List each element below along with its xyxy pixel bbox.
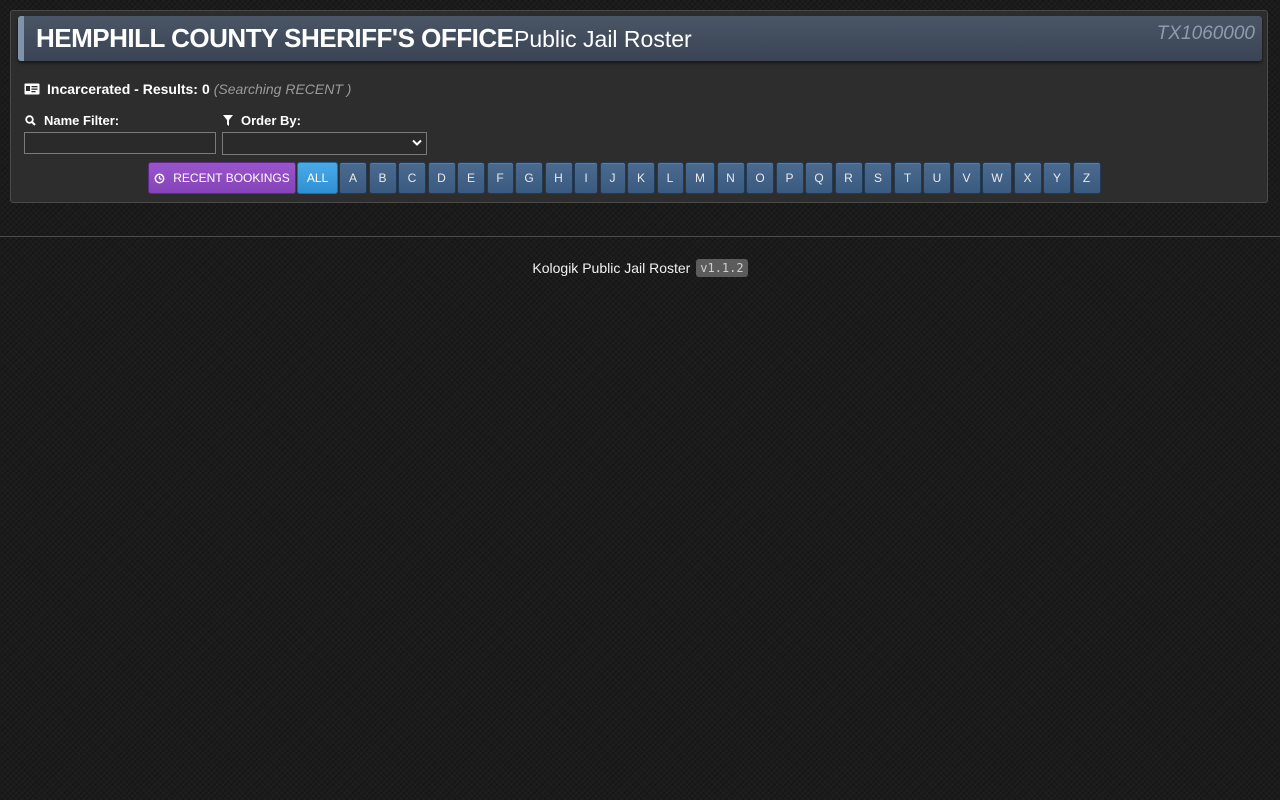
name-filter-text: Name Filter: (44, 113, 120, 128)
recent-bookings-button[interactable]: RECENT BOOKINGS (148, 162, 296, 194)
searching-note: (Searching RECENT ) (213, 81, 352, 97)
order-by-text: Order By: (241, 113, 301, 128)
name-filter-input[interactable] (24, 132, 216, 154)
all-letters-button[interactable]: ALL (297, 162, 338, 194)
letter-button-f[interactable]: F (486, 162, 514, 194)
letter-button-q[interactable]: Q (805, 162, 833, 194)
filter-icon (223, 115, 233, 126)
letter-button-g[interactable]: G (515, 162, 543, 194)
order-by-label: Order By: (223, 113, 301, 128)
letter-button-w[interactable]: W (982, 162, 1012, 194)
id-card-icon (24, 83, 40, 95)
letter-button-o[interactable]: O (746, 162, 774, 194)
clock-icon (154, 173, 165, 183)
letter-button-u[interactable]: U (923, 162, 951, 194)
results-label: Incarcerated - Results: (47, 81, 198, 97)
version-badge: v1.1.2 (696, 259, 748, 277)
letter-button-v[interactable]: V (952, 162, 981, 194)
letter-button-t[interactable]: T (893, 162, 922, 194)
letter-button-i[interactable]: I (574, 162, 598, 194)
chevron-down-icon (412, 139, 422, 146)
letter-button-x[interactable]: X (1013, 162, 1042, 194)
order-by-select[interactable] (222, 132, 427, 155)
letter-button-h[interactable]: H (544, 162, 573, 194)
letter-button-a[interactable]: A (339, 162, 367, 194)
letter-button-c[interactable]: C (398, 162, 426, 194)
header-bar: HEMPHILL COUNTY SHERIFF'S OFFICE Public … (18, 16, 1262, 61)
letter-button-d[interactable]: D (427, 162, 456, 194)
roster-title: Public Jail Roster (514, 26, 692, 52)
letter-button-j[interactable]: J (599, 162, 626, 194)
letter-button-p[interactable]: P (775, 162, 804, 194)
recent-bookings-label: RECENT BOOKINGS (173, 171, 290, 185)
letter-button-z[interactable]: Z (1072, 162, 1101, 194)
letter-buttons: ABCDEFGHIJKLMNOPQRSTUVWXYZ (339, 162, 1102, 194)
letter-button-e[interactable]: E (457, 162, 485, 194)
roster-panel: HEMPHILL COUNTY SHERIFF'S OFFICE Public … (10, 10, 1268, 203)
letter-button-m[interactable]: M (685, 162, 715, 194)
letter-button-y[interactable]: Y (1043, 162, 1071, 194)
agency-id: TX1060000 (1156, 23, 1255, 44)
letter-button-l[interactable]: L (656, 162, 684, 194)
agency-title: HEMPHILL COUNTY SHERIFF'S OFFICE (36, 23, 514, 53)
letter-button-k[interactable]: K (627, 162, 655, 194)
footer-text: Kologik Public Jail Roster (532, 260, 691, 276)
results-summary: Incarcerated - Results: 0 (Searching REC… (24, 81, 351, 97)
name-filter-label: Name Filter: (25, 113, 119, 128)
footer: Kologik Public Jail Roster v1.1.2 (0, 259, 1280, 277)
divider (0, 236, 1280, 237)
letter-button-n[interactable]: N (716, 162, 745, 194)
letter-button-s[interactable]: S (864, 162, 892, 194)
search-icon (25, 115, 36, 126)
letter-button-r[interactable]: R (834, 162, 863, 194)
results-count: 0 (201, 81, 210, 97)
letter-button-b[interactable]: B (368, 162, 397, 194)
letter-filter-bar: RECENT BOOKINGS ALL ABCDEFGHIJKLMNOPQRST… (148, 162, 1102, 194)
